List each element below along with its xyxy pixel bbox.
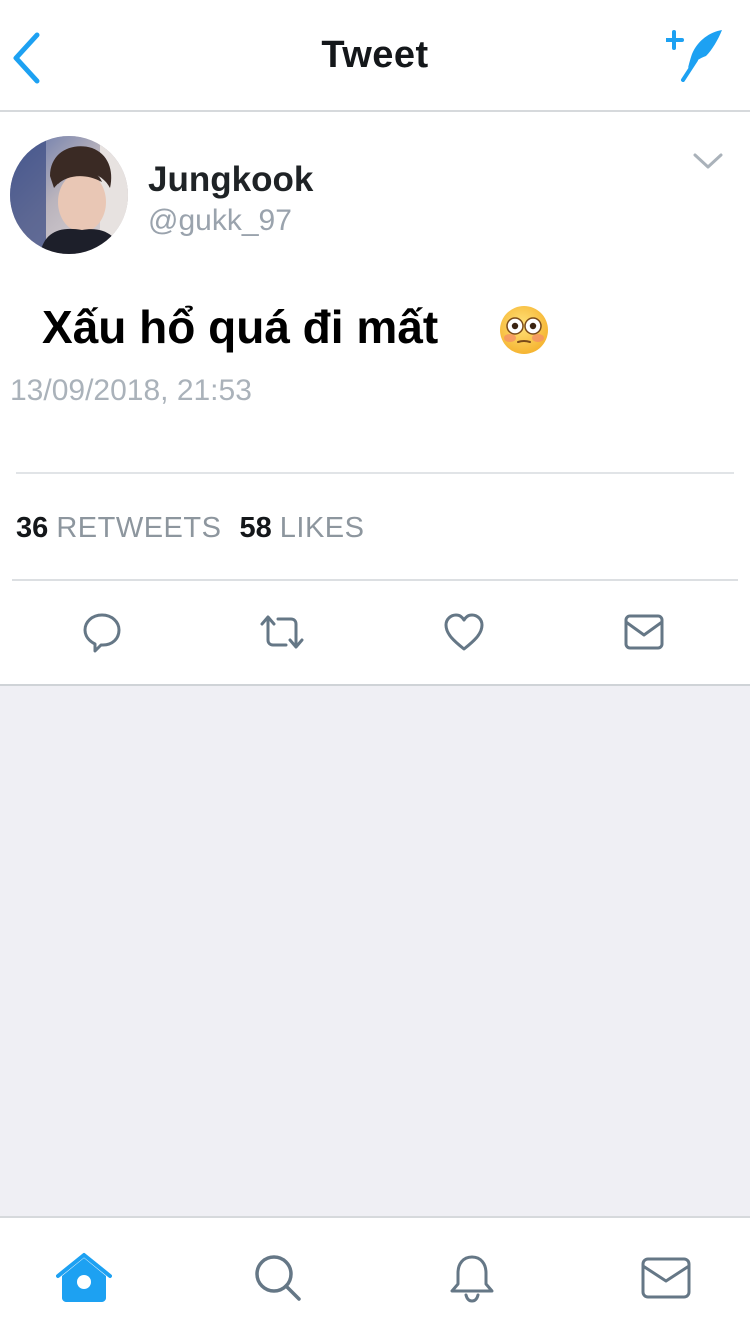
tweet-options-button[interactable] — [688, 146, 728, 176]
home-icon — [56, 1253, 112, 1302]
retweets-count: 36 — [16, 512, 49, 544]
reply-button[interactable] — [78, 608, 126, 656]
page-title: Tweet — [321, 34, 429, 76]
retweets-label: RETWEETS — [56, 512, 222, 544]
likes-label: LIKES — [279, 512, 365, 544]
direct-message-icon — [624, 614, 664, 650]
tweet-detail: Jungkook @gukk_97 Xấu hổ quá đi mất 13/0… — [0, 112, 750, 686]
search-icon — [255, 1255, 301, 1301]
bottom-tab-bar — [0, 1216, 750, 1334]
retweet-icon — [260, 615, 304, 649]
notifications-icon — [450, 1255, 494, 1303]
chevron-down-icon — [693, 153, 723, 169]
author-display-name[interactable]: Jungkook — [148, 160, 313, 200]
like-icon — [444, 613, 484, 651]
retweet-button[interactable] — [258, 608, 306, 656]
direct-message-button[interactable] — [620, 608, 668, 656]
likes-count: 58 — [239, 512, 272, 544]
likes-stat[interactable]: 58 LIKES — [239, 512, 364, 544]
tab-notifications[interactable] — [442, 1248, 502, 1308]
author-username[interactable]: @gukk_97 — [148, 204, 292, 238]
compose-tweet-button[interactable] — [664, 24, 728, 84]
messages-icon — [641, 1257, 691, 1299]
like-button[interactable] — [440, 608, 488, 656]
avatar[interactable] — [10, 136, 128, 254]
reply-icon — [83, 613, 121, 653]
tweet-stats: 36 RETWEETS 58 LIKES — [16, 512, 365, 545]
navigation-header: Tweet — [0, 0, 750, 112]
tab-search[interactable] — [248, 1248, 308, 1308]
divider — [16, 472, 734, 474]
tweet-timestamp: 13/09/2018, 21:53 — [10, 374, 252, 407]
flushed-face-emoji — [500, 306, 548, 354]
empty-timeline-area — [0, 686, 750, 1216]
compose-feather-icon — [666, 30, 722, 82]
tweet-actions — [0, 608, 750, 658]
tab-messages[interactable] — [636, 1248, 696, 1308]
divider — [12, 579, 738, 581]
tab-home[interactable] — [54, 1248, 114, 1308]
profile-photo — [10, 136, 128, 254]
retweets-stat[interactable]: 36 RETWEETS — [16, 512, 221, 544]
tweet-text: Xấu hổ quá đi mất — [42, 301, 439, 353]
